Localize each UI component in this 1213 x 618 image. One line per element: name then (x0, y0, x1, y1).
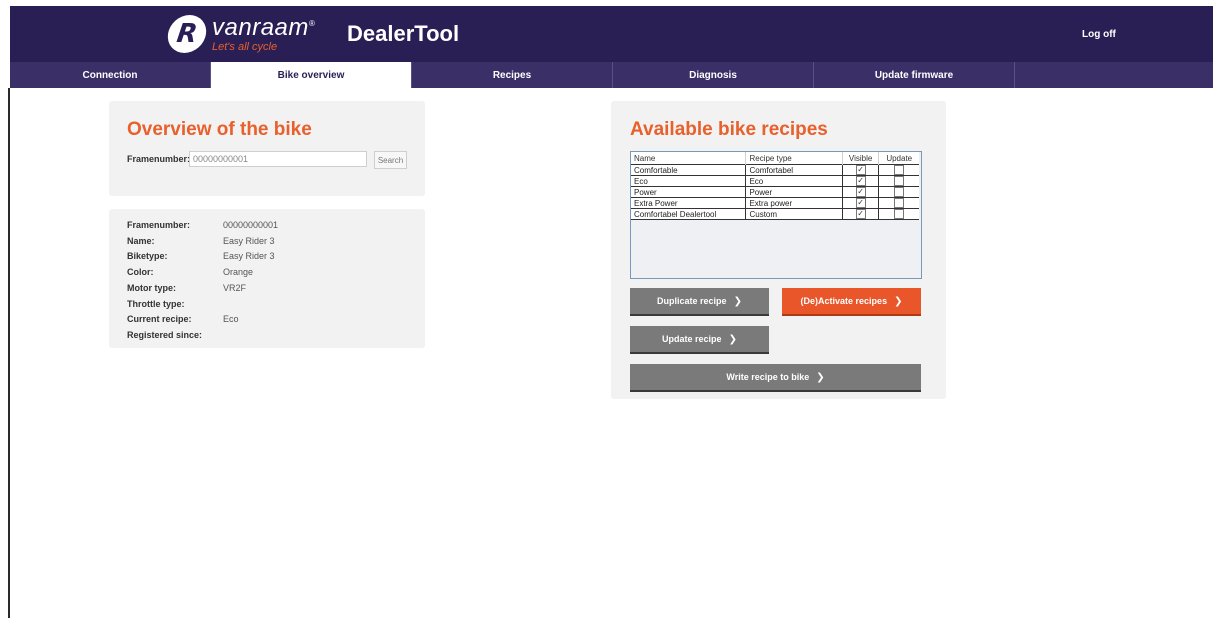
main-nav: Connection Bike overview Recipes Diagnos… (10, 62, 1213, 88)
visible-checkbox[interactable]: ✓ (855, 165, 866, 175)
tab-connection[interactable]: Connection (10, 62, 211, 88)
recipe-name: Power (631, 186, 747, 198)
recipe-type: Extra power (745, 197, 843, 209)
column-update[interactable]: Update (878, 152, 919, 165)
table-row[interactable]: Extra Power Extra power ✓ (631, 197, 919, 209)
write-recipe-button[interactable]: Write recipe to bike ❯ (630, 364, 921, 392)
duplicate-recipe-button[interactable]: Duplicate recipe ❯ (630, 288, 769, 316)
bike-info-panel: Framenumber: 00000000001 Name: Easy Rider … (109, 209, 425, 348)
vanraam-logo: R vanraam® Let's all cycle (165, 13, 316, 55)
column-name[interactable]: Name (631, 152, 747, 165)
chevron-right-icon: ❯ (816, 371, 825, 383)
overview-title: Overview of the bike (127, 119, 312, 140)
visible-checkbox[interactable]: ✓ (855, 198, 866, 208)
recipes-table: Name Recipe type Visible Update Comforta… (630, 151, 922, 279)
table-row[interactable]: Comfortable Comfortabel ✓ (631, 164, 919, 176)
table-row[interactable]: Comfortabel Dealertool Custom ✓ (631, 208, 919, 220)
update-checkbox[interactable] (894, 176, 905, 186)
tab-update-firmware[interactable]: Update firmware (814, 62, 1015, 88)
window-left-edge (8, 88, 10, 618)
recipe-name: Eco (631, 175, 747, 187)
recipe-type: Power (745, 186, 843, 198)
recipe-name: Comfortable (631, 164, 747, 176)
chevron-right-icon: ❯ (733, 295, 742, 307)
visible-checkbox[interactable]: ✓ (855, 187, 866, 197)
update-recipe-button[interactable]: Update recipe ❯ (630, 326, 769, 354)
recipes-panel: Available bike recipes Name Recipe type … (611, 101, 946, 399)
tab-diagnosis[interactable]: Diagnosis (613, 62, 814, 88)
visible-checkbox[interactable]: ✓ (855, 209, 866, 219)
recipe-name: Extra Power (631, 197, 747, 209)
overview-panel: Overview of the bike Framenumber: Search (109, 101, 425, 196)
recipe-type: Custom (745, 208, 843, 220)
column-recipe-type[interactable]: Recipe type (745, 152, 843, 165)
activate-recipes-button[interactable]: (De)Activate recipes ❯ (782, 288, 921, 316)
app-header: R vanraam® Let's all cycle DealerTool Lo… (10, 6, 1213, 62)
search-button[interactable]: Search (374, 151, 407, 169)
framenumber-label: Framenumber: (127, 154, 191, 164)
log-off-link[interactable]: Log off (1082, 29, 1116, 40)
chevron-right-icon: ❯ (728, 333, 737, 345)
update-checkbox[interactable] (894, 187, 905, 197)
chevron-right-icon: ❯ (894, 295, 903, 307)
tab-bike-overview[interactable]: Bike overview (211, 62, 412, 88)
recipe-type: Comfortabel (745, 164, 843, 176)
tab-recipes[interactable]: Recipes (412, 62, 613, 88)
visible-checkbox[interactable]: ✓ (855, 176, 866, 186)
logo-tagline: Let's all cycle (212, 40, 278, 53)
recipe-name: Comfortabel Dealertool (631, 208, 747, 220)
update-checkbox[interactable] (894, 209, 905, 219)
column-visible[interactable]: Visible (842, 152, 880, 165)
framenumber-input[interactable] (189, 151, 367, 167)
update-checkbox[interactable] (894, 198, 905, 208)
table-row[interactable]: Power Power ✓ (631, 186, 919, 198)
update-checkbox[interactable] (894, 165, 905, 175)
recipes-table-header: Name Recipe type Visible Update (631, 152, 919, 165)
table-row[interactable]: Eco Eco ✓ (631, 175, 919, 187)
recipe-type: Eco (745, 175, 843, 187)
app-title: DealerTool (347, 21, 460, 46)
logo-brand: vanraam® (212, 13, 316, 41)
recipes-title: Available bike recipes (630, 119, 828, 140)
logo-mark-icon: R (165, 15, 209, 53)
